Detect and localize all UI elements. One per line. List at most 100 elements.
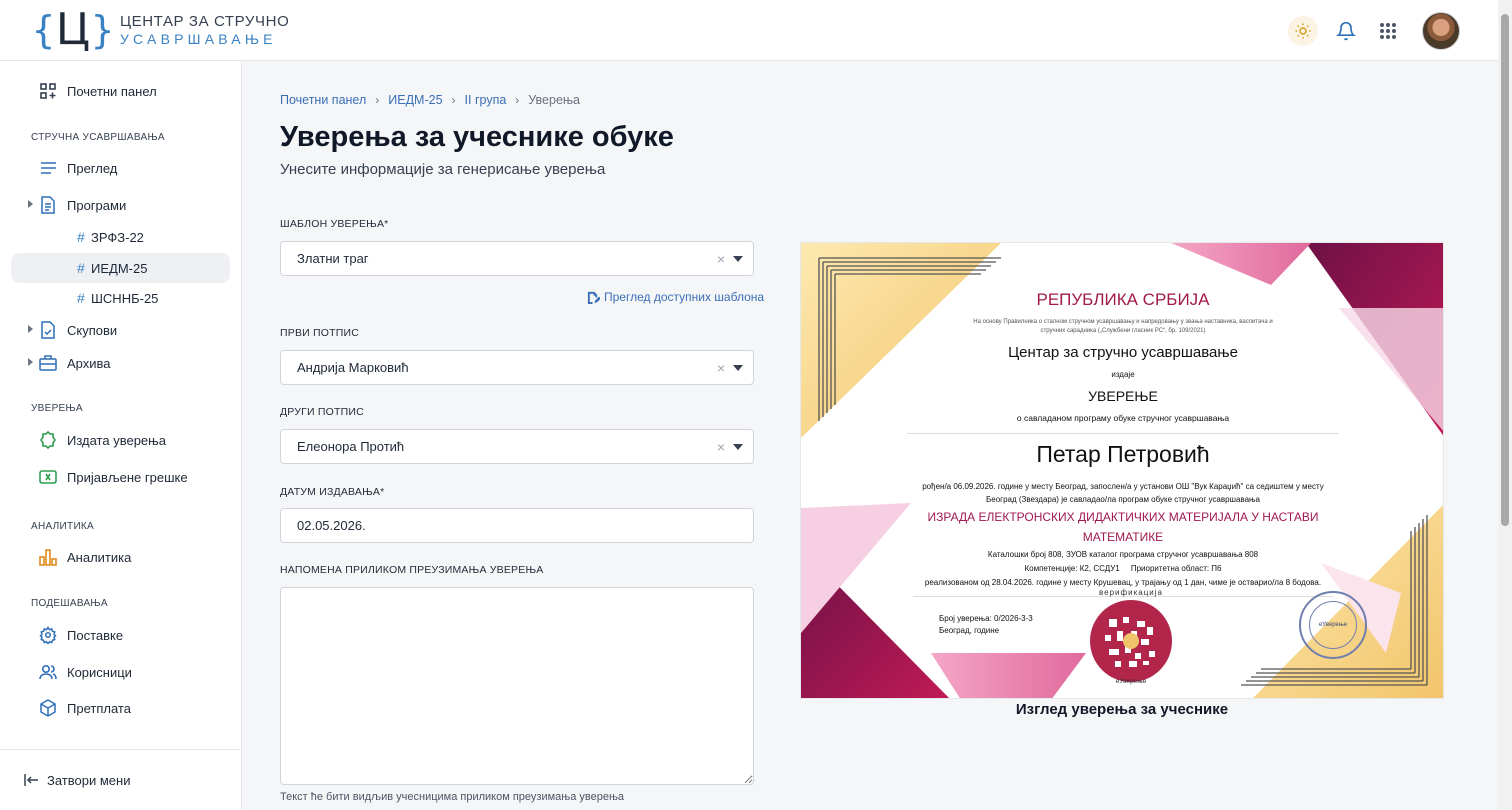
sidebar-item-analytics[interactable]: Аналитика <box>11 542 230 572</box>
qr-code-icon <box>1090 600 1172 682</box>
section-heading: АНАЛИТИКА <box>31 521 95 532</box>
sidebar-item-archive[interactable]: Архива <box>11 348 230 378</box>
users-icon <box>39 663 57 681</box>
sidebar-subitem-shsnnb-25[interactable]: # ШСННБ-25 <box>11 283 230 313</box>
cert-realized: реализованом од 28.04.2026. године у мес… <box>924 578 1322 587</box>
issue-date-label: ДАТУМ ИЗДАВАЊА* <box>280 486 385 498</box>
scrollbar-thumb[interactable] <box>1501 14 1509 526</box>
cert-purpose: о савладаном програму обуке стручног уса… <box>1016 413 1230 423</box>
cert-competences: Компетенције: К2, ССДУ1 Приоритетна обла… <box>1024 564 1222 573</box>
sidebar-item-label: Почетни панел <box>67 83 157 99</box>
sidebar-item-issued-certificates[interactable]: Издата уверења <box>11 425 230 455</box>
sidebar-item-dashboard[interactable]: Почетни панел <box>11 76 230 106</box>
sidebar-item-label: Преглед <box>67 160 118 176</box>
qr-top-label: верификација <box>1099 588 1163 597</box>
list-icon <box>39 159 57 177</box>
sidebar-item-gatherings[interactable]: Скупови <box>11 315 230 345</box>
template-select-value: Златни траг <box>297 251 369 266</box>
expand-caret-icon[interactable] <box>28 325 33 333</box>
chevron-down-icon[interactable] <box>733 256 743 262</box>
qr-bottom-label: еУверење <box>1115 678 1147 685</box>
theme-toggle-button[interactable] <box>1288 16 1318 46</box>
cert-program-title-2: МАТЕМАТИКЕ <box>1082 530 1164 544</box>
document-edit-icon <box>587 291 600 304</box>
sidebar-item-label: Пријављене грешке <box>67 469 188 485</box>
issue-date-input[interactable]: 02.05.2026. <box>280 508 754 543</box>
sidebar: Почетни панел СТРУЧНА УСАВРШАВАЊА Прегле… <box>0 61 242 810</box>
main-content: Почетни панел › ИЕДМ-25 › II група › Уве… <box>242 61 1498 810</box>
breadcrumb-group[interactable]: II група <box>465 93 507 107</box>
clear-icon[interactable]: × <box>717 360 725 376</box>
section-heading: СТРУЧНА УСАВРШАВАЊА <box>31 132 165 143</box>
template-select[interactable]: Златни траг × <box>280 241 754 276</box>
second-signature-value: Елеонора Протић <box>297 439 405 454</box>
sidebar-item-label: Претплата <box>67 700 131 716</box>
sun-icon <box>1295 23 1311 39</box>
note-textarea[interactable] <box>280 587 754 785</box>
sidebar-item-subscription[interactable]: Претплата <box>11 693 230 723</box>
cert-recipient-name: Петар Петровић <box>1036 441 1210 467</box>
sidebar-item-label: Корисници <box>67 664 132 680</box>
ticket-x-icon <box>39 468 57 486</box>
bar-chart-icon <box>39 548 57 566</box>
sidebar-item-label: Издата уверења <box>67 432 166 448</box>
cert-line-1: рођен/а 06.09.2026. године у месту Беогр… <box>922 482 1324 491</box>
apps-grid-icon <box>1380 23 1396 39</box>
note-hint: Текст ће бити видљив учесницима приликом… <box>280 791 625 803</box>
first-signature-select[interactable]: Андрија Марковић × <box>280 350 754 385</box>
breadcrumb-separator-icon: › <box>451 93 456 107</box>
logo[interactable]: {Ц} ЦЕНТАР ЗА СТРУЧНО УСАВРШАВАЊЕ <box>32 4 289 55</box>
expand-caret-icon[interactable] <box>28 358 33 366</box>
chevron-down-icon[interactable] <box>733 444 743 450</box>
sidebar-item-overview[interactable]: Преглед <box>11 153 230 183</box>
expand-caret-icon[interactable] <box>28 200 33 208</box>
notifications-button[interactable] <box>1332 17 1360 45</box>
briefcase-icon <box>39 354 57 372</box>
top-bar: {Ц} ЦЕНТАР ЗА СТРУЧНО УСАВРШАВАЊЕ <box>0 0 1498 61</box>
certificate-caption: Изглед уверења за учеснике <box>1015 701 1229 718</box>
view-templates-label: Преглед доступних шаблона <box>604 290 765 304</box>
stamp-label: еУверење <box>1318 622 1348 628</box>
hash-icon: # <box>77 260 85 276</box>
second-signature-select[interactable]: Елеонора Протић × <box>280 429 754 464</box>
sidebar-item-reported-errors[interactable]: Пријављене грешке <box>11 462 230 492</box>
breadcrumb: Почетни панел › ИЕДМ-25 › II група › Уве… <box>280 93 580 107</box>
qr-verification-seal: верификација еУверење <box>1087 588 1175 685</box>
sidebar-item-settings[interactable]: Поставке <box>11 620 230 650</box>
clear-icon[interactable]: × <box>717 439 725 455</box>
collapse-left-icon <box>24 774 38 786</box>
cert-issuer: Центар за стручно усавршавање <box>1008 344 1238 361</box>
sidebar-subitem-zrfz-22[interactable]: # ЗРФЗ-22 <box>11 222 230 252</box>
close-menu-button[interactable]: Затвори мени <box>0 749 241 810</box>
sidebar-item-label: Поставке <box>67 627 124 643</box>
sidebar-subitem-label: ШСННБ-25 <box>91 290 159 306</box>
page-subtitle: Унесите информације за генерисање уверењ… <box>280 161 606 178</box>
dashboard-icon <box>39 82 57 100</box>
breadcrumb-dashboard[interactable]: Почетни панел <box>280 93 366 107</box>
sidebar-item-label: Архива <box>67 355 111 371</box>
chevron-down-icon[interactable] <box>733 365 743 371</box>
section-heading: УВЕРЕЊА <box>31 403 83 414</box>
bell-icon <box>1336 21 1356 41</box>
breadcrumb-program[interactable]: ИЕДМ-25 <box>388 93 442 107</box>
sidebar-subitem-iedm-25[interactable]: # ИЕДМ-25 <box>11 253 230 283</box>
sidebar-item-users[interactable]: Корисници <box>11 657 230 687</box>
breadcrumb-separator-icon: › <box>375 93 380 107</box>
sidebar-item-label: Аналитика <box>67 549 132 565</box>
page-title: Уверења за учеснике обуке <box>280 121 674 153</box>
cert-country: РЕПУБЛИКА СРБИЈА <box>1036 290 1210 309</box>
sidebar-item-programs[interactable]: Програми <box>11 190 230 220</box>
stamp-seal: еУверење <box>1299 591 1367 659</box>
logo-mark: {Ц} <box>32 4 114 55</box>
page-scrollbar[interactable] <box>1498 0 1512 810</box>
close-menu-label: Затвори мени <box>47 772 131 788</box>
cert-legal-basis: На основу Правилника о сталном стручном … <box>973 319 1273 334</box>
cert-program-title-1: ИЗРАДА ЕЛЕКТРОНСКИХ ДИДАКТИЧКИХ МАТЕРИЈА… <box>927 510 1319 524</box>
user-avatar[interactable] <box>1422 12 1460 50</box>
document-check-icon <box>39 321 57 339</box>
apps-button[interactable] <box>1374 17 1402 45</box>
view-templates-link[interactable]: Преглед доступних шаблона <box>587 290 764 304</box>
sidebar-subitem-label: ЗРФЗ-22 <box>91 229 144 245</box>
clear-icon[interactable]: × <box>717 251 725 267</box>
logo-line-2: УСАВРШАВАЊЕ <box>119 30 277 47</box>
